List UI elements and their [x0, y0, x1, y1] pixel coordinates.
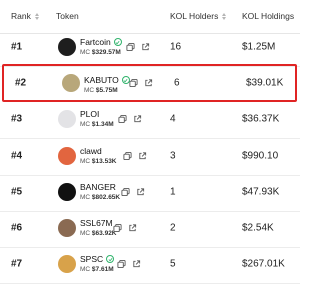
copy-icon[interactable]: [121, 187, 130, 197]
kol-holdings-column-header[interactable]: KOL Holdings: [242, 11, 294, 21]
market-cap-value: $802.65K: [91, 194, 121, 201]
token-name: KABUTO: [84, 75, 119, 85]
external-link-icon[interactable]: [141, 43, 150, 52]
rank-cell: #4: [11, 150, 23, 162]
kol-token-table: Rank Token KOL Holders KOL Holdings #1 F…: [0, 0, 300, 285]
kol-holdings-cell: $267.01K: [242, 258, 285, 270]
token-name: BANGER: [80, 182, 116, 192]
table-row[interactable]: #2 KABUTO MC $5.75M 6 $39.01K: [2, 64, 297, 102]
kol-holders-cell: 6: [174, 77, 180, 89]
token-name-wrap[interactable]: Fartcoin: [80, 37, 122, 47]
kol-holders-cell: 3: [170, 150, 176, 162]
market-cap-value: $5.75M: [95, 87, 118, 94]
market-cap-prefix: MC: [80, 266, 91, 273]
token-avatar: [58, 219, 76, 237]
table-row[interactable]: #6 SSL67M MC $63.92K 2 $2.54K: [0, 209, 300, 248]
table-row[interactable]: #7 SPSC MC $7.61M 5 $267.01K: [0, 245, 300, 284]
kol-holdings-cell: $990.10: [242, 150, 279, 162]
kol-holders-cell: 5: [170, 258, 176, 270]
copy-icon[interactable]: [126, 42, 135, 52]
kol-holders-column-header[interactable]: KOL Holders: [170, 11, 227, 21]
market-cap: MC $329.57M: [80, 49, 121, 56]
token-name-wrap[interactable]: KABUTO: [84, 75, 130, 85]
market-cap: MC $13.53K: [80, 158, 117, 165]
copy-icon[interactable]: [118, 114, 127, 124]
market-cap: MC $802.65K: [80, 194, 120, 201]
copy-icon[interactable]: [123, 151, 132, 161]
market-cap: MC $5.75M: [84, 87, 118, 94]
kol-holders-cell: 4: [170, 113, 176, 125]
token-name: Fartcoin: [80, 37, 111, 47]
kol-holders-cell: 2: [170, 222, 176, 234]
table-row[interactable]: #4 clawd MC $13.53K 3 $990.10: [0, 137, 300, 176]
market-cap-prefix: MC: [80, 194, 91, 201]
token-name-wrap[interactable]: PLOI: [80, 109, 99, 119]
token-name-wrap[interactable]: BANGER: [80, 182, 116, 192]
token-avatar: [58, 255, 76, 273]
rank-cell: #2: [15, 77, 27, 89]
token-avatar: [58, 110, 76, 128]
token-column-header: Token: [56, 11, 79, 21]
external-link-icon[interactable]: [138, 152, 147, 161]
table-row[interactable]: #1 Fartcoin MC $329.57M 16 $1.25M: [0, 28, 300, 67]
table-row[interactable]: #3 PLOI MC $1.34M 4 $36.37K: [0, 100, 300, 139]
kol-holdings-cell: $1.25M: [242, 41, 276, 53]
token-name: PLOI: [80, 109, 100, 119]
market-cap-value: $1.34M: [91, 121, 114, 128]
market-cap-prefix: MC: [84, 87, 95, 94]
market-cap-prefix: MC: [80, 121, 91, 128]
token-name: SSL67M: [80, 218, 113, 228]
market-cap-value: $13.53K: [91, 158, 117, 165]
token-avatar: [62, 74, 80, 92]
rank-header-label: Rank: [11, 11, 31, 21]
token-header-label: Token: [56, 11, 79, 21]
kol-holdings-header-label: KOL Holdings: [242, 11, 295, 21]
rank-cell: #7: [11, 258, 23, 270]
table-row[interactable]: #5 BANGER MC $802.65K 1 $47.93K: [0, 173, 300, 212]
external-link-icon[interactable]: [132, 260, 141, 269]
external-link-icon[interactable]: [144, 79, 153, 88]
verified-check-icon: [106, 255, 115, 263]
market-cap-value: $7.61M: [91, 266, 114, 273]
rank-cell: #3: [11, 113, 23, 125]
token-name: SPSC: [80, 254, 104, 264]
kol-holders-cell: 16: [170, 41, 182, 53]
rank-cell: #5: [11, 186, 23, 198]
kol-holders-header-label: KOL Holders: [170, 11, 219, 21]
external-link-icon[interactable]: [128, 224, 137, 233]
external-link-icon[interactable]: [136, 188, 145, 197]
copy-icon[interactable]: [117, 259, 126, 269]
market-cap: MC $1.34M: [80, 121, 114, 128]
rank-column-header[interactable]: Rank: [11, 11, 39, 21]
rank-cell: #6: [11, 222, 23, 234]
kol-holdings-cell: $47.93K: [242, 186, 280, 198]
token-name-wrap[interactable]: clawd: [80, 146, 102, 156]
kol-holdings-cell: $2.54K: [242, 222, 274, 234]
market-cap-prefix: MC: [80, 49, 91, 56]
kol-holdings-cell: $39.01K: [246, 77, 284, 89]
market-cap-value: $329.57M: [91, 49, 121, 56]
market-cap: MC $63.92K: [80, 230, 117, 237]
market-cap: MC $7.61M: [80, 266, 114, 273]
copy-icon[interactable]: [129, 78, 138, 88]
kol-holdings-cell: $36.37K: [242, 113, 280, 125]
token-name-wrap[interactable]: SSL67M: [80, 218, 113, 228]
kol-holders-cell: 1: [170, 186, 176, 198]
external-link-icon[interactable]: [133, 115, 142, 124]
copy-icon[interactable]: [113, 223, 122, 233]
rank-cell: #1: [11, 41, 23, 53]
market-cap-prefix: MC: [80, 158, 91, 165]
market-cap-prefix: MC: [80, 230, 91, 237]
token-avatar: [58, 183, 76, 201]
sort-arrows-icon: [34, 12, 39, 20]
sort-arrows-icon: [222, 12, 227, 20]
token-name-wrap[interactable]: SPSC: [80, 254, 115, 264]
token-avatar: [58, 38, 76, 56]
token-name: clawd: [80, 146, 102, 156]
token-avatar: [58, 147, 76, 165]
verified-check-icon: [113, 38, 122, 46]
